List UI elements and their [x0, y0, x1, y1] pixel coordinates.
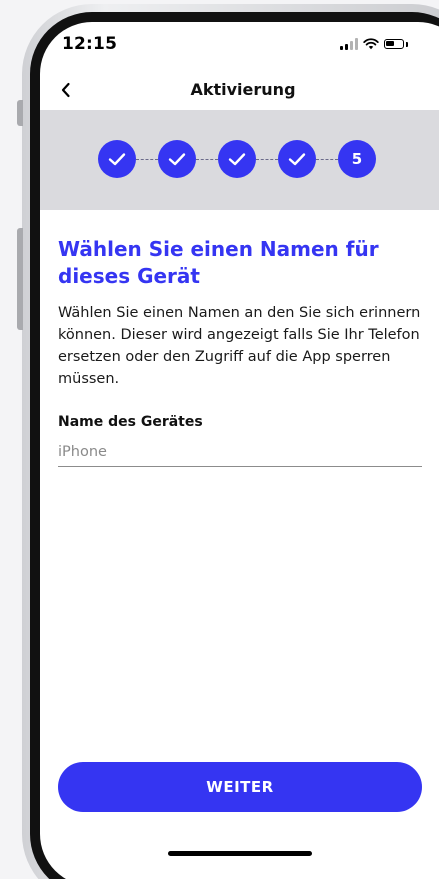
navigation-bar: Aktivierung: [40, 70, 439, 110]
continue-button[interactable]: WEITER: [58, 762, 422, 812]
step-connector: [316, 158, 338, 160]
status-icons: [340, 36, 408, 52]
page-canvas: 12:15 Aktivierung 5 Wählen Sie einen Nam…: [0, 0, 439, 879]
battery-nub: [406, 41, 408, 47]
step-5-current: 5: [338, 140, 376, 178]
checkmark-icon: [228, 153, 246, 166]
main-content: Wählen Sie einen Namen für dieses Gerät …: [58, 236, 428, 467]
app-screen: 12:15 Aktivierung 5 Wählen Sie einen Nam…: [40, 22, 439, 879]
signal-icon: [340, 38, 358, 50]
phone-volume-button: [17, 228, 23, 330]
step-3-completed: [218, 140, 256, 178]
home-indicator: [168, 851, 312, 856]
status-bar: 12:15: [40, 22, 439, 70]
step-4-completed: [278, 140, 316, 178]
progress-stepper-band: 5: [40, 110, 439, 210]
phone-mute-switch: [17, 100, 23, 126]
device-name-input[interactable]: [58, 444, 422, 467]
step-2-completed: [158, 140, 196, 178]
page-title: Aktivierung: [190, 80, 296, 99]
description-text: Wählen Sie einen Namen an den Sie sich e…: [58, 305, 421, 387]
battery-icon: [384, 39, 404, 49]
progress-stepper: 5: [98, 140, 376, 178]
step-1-completed: [98, 140, 136, 178]
step-connector: [136, 158, 158, 160]
headline: Wählen Sie einen Namen für dieses Gerät: [58, 237, 379, 288]
step-connector: [196, 158, 218, 160]
device-name-label: Name des Gerätes: [58, 414, 203, 430]
step-connector: [256, 158, 278, 160]
status-time: 12:15: [62, 34, 118, 54]
checkmark-icon: [108, 153, 126, 166]
wifi-icon: [363, 38, 379, 50]
checkmark-icon: [168, 153, 186, 166]
checkmark-icon: [288, 153, 306, 166]
